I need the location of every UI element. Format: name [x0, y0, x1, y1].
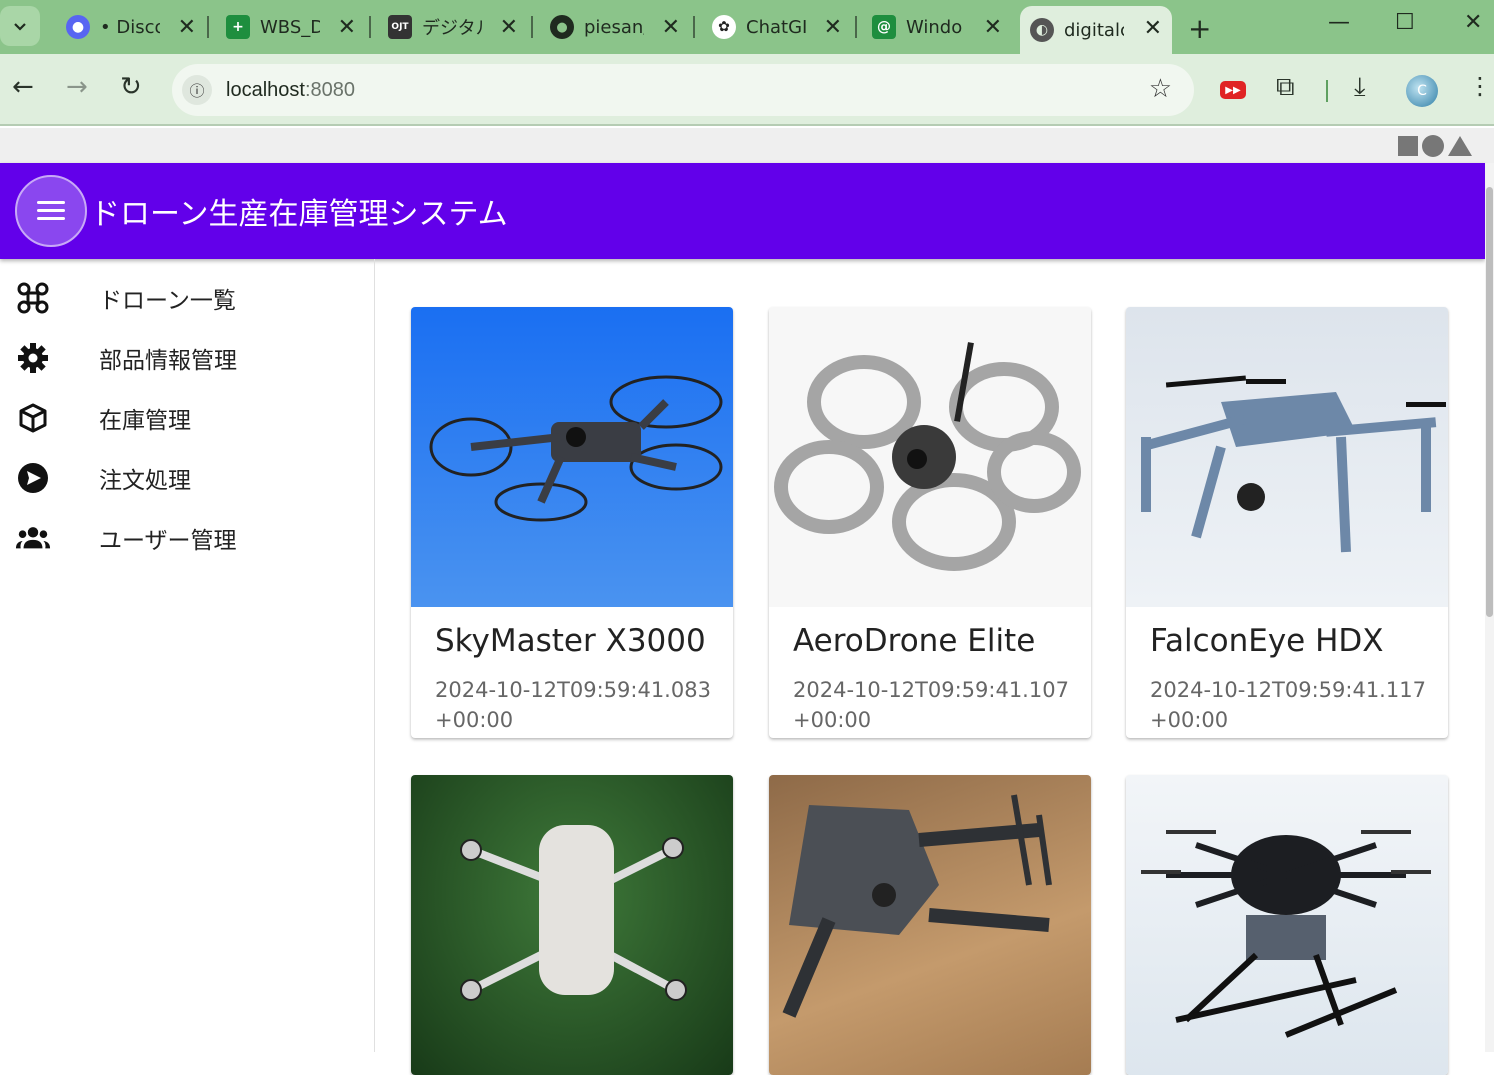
drone-image	[769, 307, 1091, 607]
sidebar-item-label: ユーザー管理	[99, 528, 237, 554]
chevron-down-icon	[14, 23, 26, 31]
drone-name: AeroDrone Elite	[793, 623, 1036, 659]
tab-title: Windo	[906, 16, 963, 38]
sidebar-item-label: ドローン一覧	[99, 288, 236, 314]
drone-card[interactable]: AeroDrone Elite 2024-10-12T09:59:41.107+…	[769, 307, 1091, 738]
sidebar-item-label: 注文処理	[99, 468, 191, 494]
drone-card[interactable]	[411, 775, 733, 1075]
drone-name: SkyMaster X3000	[435, 623, 706, 659]
tab-title: デジタル	[422, 18, 482, 39]
browser-tab-active[interactable]: ◐ digitalc ✕	[1020, 6, 1172, 54]
browser-toolbar: ← → ↻ ⓘ localhost:8080 ☆ ▶▶ ⧉ ⤓ C ⋮	[0, 54, 1494, 126]
send-icon	[15, 460, 51, 496]
more-menu-icon[interactable]: ⋮	[1468, 72, 1492, 100]
browser-tab[interactable]: OJT デジタル ✕	[378, 8, 528, 46]
drone-image	[1126, 307, 1448, 607]
reload-icon[interactable]: ↻	[120, 72, 142, 102]
close-icon[interactable]: ✕	[338, 15, 356, 40]
sidebar-item-orders[interactable]: 注文処理	[0, 448, 374, 508]
tab-title: piesan/	[584, 16, 644, 38]
menu-icon	[37, 201, 65, 221]
drone-created-at: 2024-10-12T09:59:41.083+00:00	[435, 678, 711, 732]
drone-card[interactable]: FalconEye HDX 2024-10-12T09:59:41.117+00…	[1126, 307, 1448, 738]
drone-image	[1126, 775, 1448, 1075]
url-text: localhost:8080	[226, 78, 355, 101]
browser-tab[interactable]: + WBS_D ✕	[216, 8, 366, 46]
drone-icon	[15, 280, 51, 316]
shapes-icon	[1398, 135, 1472, 157]
minimize-icon[interactable]: —	[1328, 10, 1350, 35]
close-icon[interactable]: ✕	[1144, 16, 1162, 41]
browser-tab[interactable]: @ Windo ✕	[862, 8, 1012, 46]
drone-card[interactable]	[769, 775, 1091, 1075]
sidebar-item-label: 部品情報管理	[99, 348, 237, 374]
sidebar-item-parts[interactable]: 部品情報管理	[0, 328, 374, 388]
package-icon	[15, 400, 51, 436]
app-title: ドローン生産在庫管理システム	[90, 197, 508, 232]
users-icon	[15, 520, 51, 556]
browser-tab[interactable]: ● piesan/ ✕	[540, 8, 690, 46]
close-icon[interactable]: ✕	[500, 15, 518, 40]
drone-name: FalconEye HDX	[1150, 623, 1384, 659]
at-icon: @	[872, 15, 896, 39]
drone-image	[411, 307, 733, 607]
drone-image	[769, 775, 1091, 1075]
drone-card[interactable]: SkyMaster X3000 2024-10-12T09:59:41.083+…	[411, 307, 733, 738]
tab-title: • Disco	[100, 16, 160, 38]
window-close-icon[interactable]: ✕	[1464, 10, 1482, 35]
sidebar: ドローン一覧 部品情報管理 在庫管理 注文処理 ユーザー管理	[0, 259, 375, 1052]
tab-title: digitalc	[1064, 19, 1124, 41]
tab-title: ChatGI	[746, 16, 806, 38]
page: ドローン生産在庫管理システム ドローン一覧 部品情報管理 在庫管理 注文処理 ユ…	[0, 128, 1494, 1075]
new-tab-button[interactable]: +	[1188, 12, 1211, 45]
close-icon[interactable]: ✕	[984, 15, 1002, 40]
scrollbar-thumb[interactable]	[1486, 187, 1493, 617]
app-bar: ドローン生産在庫管理システム	[0, 163, 1485, 259]
hamburger-menu-button[interactable]	[15, 175, 87, 247]
ojt-icon: OJT	[388, 15, 412, 39]
globe-icon: ◐	[1030, 18, 1054, 42]
browser-tab[interactable]: ✿ ChatGI ✕	[702, 8, 852, 46]
youtube-extension-icon[interactable]: ▶▶	[1220, 81, 1246, 99]
drone-image	[411, 775, 733, 1075]
drone-created-at: 2024-10-12T09:59:41.117+00:00	[1150, 678, 1426, 732]
close-icon[interactable]: ✕	[178, 15, 196, 40]
profile-avatar[interactable]: C	[1406, 75, 1438, 107]
drone-card[interactable]	[1126, 775, 1448, 1075]
close-icon[interactable]: ✕	[662, 15, 680, 40]
drone-created-at: 2024-10-12T09:59:41.107+00:00	[793, 678, 1069, 732]
site-info-icon[interactable]: ⓘ	[182, 75, 212, 105]
forward-icon[interactable]: →	[66, 72, 88, 102]
address-bar[interactable]: ⓘ localhost:8080 ☆	[172, 64, 1194, 116]
tab-search-button[interactable]	[0, 6, 40, 46]
discord-icon: ●	[66, 15, 90, 39]
bookmark-star-icon[interactable]: ☆	[1149, 74, 1172, 104]
browser-tab-bar: ● • Disco ✕ + WBS_D ✕ OJT デジタル ✕ ● piesa…	[0, 0, 1494, 54]
sidebar-item-users[interactable]: ユーザー管理	[0, 508, 374, 568]
tab-title: WBS_D	[260, 16, 320, 38]
openai-icon: ✿	[712, 15, 736, 39]
close-icon[interactable]: ✕	[824, 15, 842, 40]
sheets-plus-icon: +	[226, 15, 250, 39]
sidebar-item-label: 在庫管理	[99, 408, 191, 434]
maximize-icon[interactable]: ☐	[1395, 10, 1415, 35]
gear-icon	[15, 340, 51, 376]
back-icon[interactable]: ←	[12, 72, 34, 102]
top-strip	[0, 128, 1494, 163]
sidebar-item-inventory[interactable]: 在庫管理	[0, 388, 374, 448]
browser-tab[interactable]: ● • Disco ✕	[56, 8, 206, 46]
download-icon[interactable]: ⤓	[1354, 72, 1366, 103]
page-scrollbar[interactable]	[1485, 163, 1494, 1052]
github-icon: ●	[550, 15, 574, 39]
extensions-puzzle-icon[interactable]: ⧉	[1276, 72, 1295, 103]
sidebar-item-drone-list[interactable]: ドローン一覧	[0, 268, 374, 328]
